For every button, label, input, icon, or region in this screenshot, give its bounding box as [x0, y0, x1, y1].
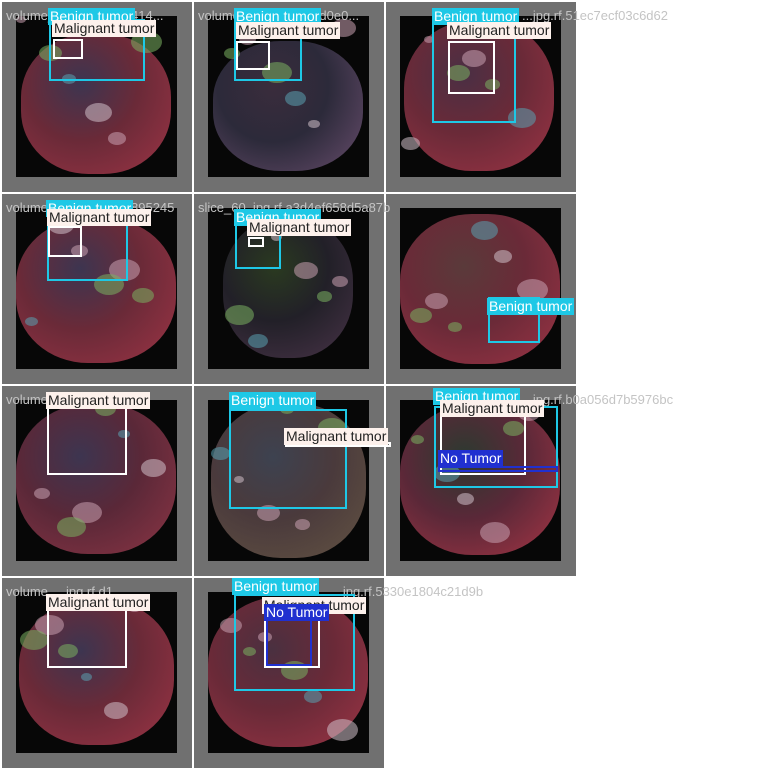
result-tile: Benign tumor Malignant tumor [386, 2, 576, 192]
tissue-highlight [480, 522, 510, 543]
malignant-bounding-box [48, 226, 82, 257]
tissue-highlight [457, 493, 474, 505]
result-tile: volume_...jpg.rf.d1... ...jpg.rf.5330e180… [2, 578, 483, 768]
tissue-highlight [448, 322, 462, 332]
benign-label: Benign tumor [229, 392, 317, 409]
tissue-highlight [425, 293, 448, 310]
benign-label: Benign tumor [487, 298, 575, 315]
malignant-bounding-box [47, 403, 127, 475]
malignant-label: Malignant tumor [247, 219, 352, 236]
tissue-highlight [411, 435, 424, 445]
malignant-label: Malignant tumor [46, 594, 151, 611]
malignant-label: Malignant tumor [440, 400, 545, 417]
malignant-label: Malignant tumor [47, 209, 152, 226]
tissue-highlight [85, 103, 112, 122]
tissue-highlight [104, 702, 128, 719]
benign-label: Benign tumor [232, 578, 320, 595]
tissue-highlight [295, 519, 310, 530]
malignant-bounding-box [236, 41, 270, 70]
tissue-highlight [494, 250, 512, 263]
tissue-highlight [294, 262, 318, 279]
result-tile: volume_...jpg.rf.c6......jpg.rf.b0a056d7… [2, 386, 673, 576]
malignant-bounding-box [448, 41, 495, 94]
malignant-label: Malignant tumor [284, 428, 389, 445]
mri-scan-image [400, 208, 561, 369]
tissue-highlight [285, 91, 306, 106]
notumor-bounding-box [266, 616, 312, 666]
image-filename-overflow: ...jpg.rf.51ec7ecf03c6d62 [522, 8, 668, 23]
benign-bounding-box [229, 409, 347, 509]
detection-results-grid: volume_...jpg.rf.d4f14414......jpg.rf.51… [0, 0, 768, 768]
result-tile: Benign tumor Malignant tumor [194, 194, 384, 384]
tissue-highlight [248, 334, 268, 348]
result-tile: Benign tumorMalignant tumorNo Tumor [386, 386, 576, 576]
tissue-highlight [304, 690, 322, 703]
tissue-highlight [471, 221, 498, 240]
malignant-label: Malignant tumor [447, 22, 552, 39]
tissue-highlight [20, 630, 48, 650]
malignant-bounding-box [53, 39, 83, 59]
notumor-label: No Tumor [438, 450, 504, 467]
result-tile: Benign tumor Malignant tumor [194, 386, 391, 576]
malignant-label: Malignant tumor [46, 392, 151, 409]
malignant-label: Malignant tumor [52, 20, 157, 37]
result-tile: volume_...jpg.rf.d4f14414......jpg.rf.51… [2, 2, 668, 192]
result-tile: Benign tumorMalignant tumorNo Tumor [194, 578, 384, 768]
result-tile: Benign tumor [386, 194, 576, 384]
result-tile: volume_...jpg.rf.96e8d0e0...Benign tumor… [194, 2, 384, 192]
tissue-highlight [401, 137, 420, 151]
tissue-highlight [25, 317, 38, 327]
result-tile: volume_...jpg.rf.4f5a3895245slice_60_jpg… [2, 194, 390, 384]
tissue-highlight [81, 673, 92, 681]
tissue-highlight [141, 459, 166, 477]
malignant-label: Malignant tumor [236, 22, 341, 39]
tissue-highlight [108, 132, 126, 145]
notumor-label: No Tumor [264, 604, 330, 621]
malignant-bounding-box [248, 237, 264, 247]
tissue-highlight [327, 719, 358, 741]
image-filename-overflow: ...jpg.rf.b0a056d7b5976bc [522, 392, 674, 407]
tissue-highlight [317, 291, 332, 302]
